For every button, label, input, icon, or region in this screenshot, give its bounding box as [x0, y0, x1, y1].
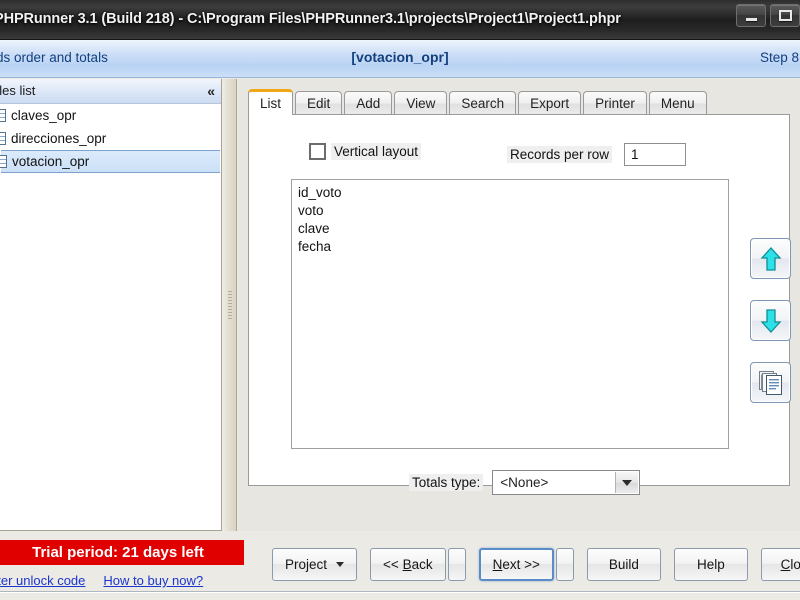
- back-dropdown-button[interactable]: [447, 548, 466, 581]
- table-icon: [0, 109, 6, 122]
- minimize-button[interactable]: [736, 4, 766, 27]
- fields-list[interactable]: id_voto voto clave fecha: [291, 179, 729, 449]
- tables-list: claves_opr direcciones_opr votacion_opr: [0, 104, 221, 173]
- next-accel: N: [492, 557, 503, 572]
- step-header: lds order and totals [votacion_opr] Step…: [0, 40, 800, 78]
- build-button[interactable]: Build: [586, 548, 661, 581]
- window-controls: [736, 4, 800, 27]
- help-button[interactable]: Help: [673, 548, 748, 581]
- maximize-button[interactable]: [770, 4, 800, 27]
- copy-button[interactable]: [750, 362, 791, 403]
- trial-links: nter unlock code How to buy now?: [0, 573, 203, 588]
- list-item[interactable]: fecha: [298, 238, 722, 256]
- arrow-up-icon: [760, 246, 781, 271]
- chevron-down-icon[interactable]: [615, 472, 639, 493]
- list-item[interactable]: id_voto: [298, 184, 722, 202]
- back-button-group: << Back: [370, 548, 466, 581]
- close-button[interactable]: Close: [760, 548, 800, 581]
- tab-list[interactable]: List: [248, 89, 294, 115]
- vertical-layout-row: Vertical layout: [309, 143, 422, 160]
- tab-edit[interactable]: Edit: [295, 91, 343, 115]
- window-title: PHPRunner 3.1 (Build 218) - C:\Program F…: [0, 11, 621, 27]
- page-tabs: List Edit Add View Search Export Printer…: [248, 89, 709, 115]
- maximize-icon: [778, 10, 792, 21]
- tab-view[interactable]: View: [394, 91, 448, 115]
- list-item-label: claves_opr: [11, 108, 77, 123]
- list-item-label: votacion_opr: [12, 154, 90, 169]
- list-item[interactable]: direcciones_opr: [0, 127, 221, 150]
- vertical-layout-label: Vertical layout: [331, 143, 422, 160]
- sidebar-header: bles list «: [0, 79, 221, 104]
- title-bar: PHPRunner 3.1 (Build 218) - C:\Program F…: [0, 0, 800, 40]
- close-accel: C: [780, 557, 791, 572]
- how-to-buy-link[interactable]: How to buy now?: [103, 573, 203, 588]
- move-down-button[interactable]: [750, 300, 791, 341]
- main-panel: List Edit Add View Search Export Printer…: [238, 79, 800, 531]
- chevron-down-icon: [336, 562, 345, 567]
- arrow-down-icon: [760, 308, 781, 333]
- minimize-icon: [745, 17, 757, 21]
- list-tab-panel: Vertical layout Records per row 1 id_vot…: [248, 114, 790, 495]
- enter-unlock-code-link[interactable]: nter unlock code: [0, 573, 85, 588]
- phprunner-window: PHPRunner 3.1 (Build 218) - C:\Program F…: [0, 0, 800, 600]
- list-item-label: direcciones_opr: [11, 131, 107, 146]
- tab-export[interactable]: Export: [518, 91, 582, 115]
- panel-splitter[interactable]: [223, 79, 237, 531]
- vertical-layout-checkbox[interactable]: [309, 143, 326, 160]
- move-up-button[interactable]: [750, 238, 791, 279]
- wizard-button-bar: Project << Back Next >> Build Help Close: [272, 548, 800, 581]
- records-per-row-label: Records per row: [507, 146, 613, 163]
- tab-search[interactable]: Search: [449, 91, 517, 115]
- totals-type-value: <None>: [500, 475, 549, 490]
- list-item[interactable]: votacion_opr: [0, 150, 220, 173]
- next-button-group: Next >>: [478, 548, 574, 581]
- project-button[interactable]: Project: [272, 548, 358, 581]
- totals-type-select[interactable]: <None>: [492, 470, 641, 495]
- table-icon: [0, 132, 6, 145]
- tables-sidebar: bles list « claves_opr direcciones_opr v…: [0, 79, 222, 531]
- copy-pages-icon: [758, 370, 782, 395]
- next-dropdown-button[interactable]: [555, 548, 574, 581]
- back-accel: B: [402, 557, 412, 572]
- step-indicator: Step 8 of: [759, 50, 800, 65]
- list-item[interactable]: clave: [298, 220, 722, 238]
- sidebar-title: bles list: [0, 83, 36, 98]
- tab-add[interactable]: Add: [344, 91, 393, 115]
- back-button[interactable]: << Back: [370, 548, 446, 581]
- list-item[interactable]: claves_opr: [0, 104, 221, 127]
- totals-type-row: Totals type: <None>: [409, 470, 641, 495]
- table-icon: [0, 155, 7, 168]
- current-table-name: [votacion_opr]: [351, 49, 449, 65]
- sidebar-bottom-strip: [0, 531, 238, 537]
- field-order-actions: [750, 238, 791, 403]
- records-per-row-row: Records per row 1: [507, 143, 687, 166]
- trial-banner: Trial period: 21 days left: [0, 540, 244, 565]
- collapse-sidebar-icon[interactable]: «: [207, 82, 215, 100]
- tab-printer[interactable]: Printer: [583, 91, 647, 115]
- list-item[interactable]: voto: [298, 202, 722, 220]
- totals-type-label: Totals type:: [409, 474, 484, 491]
- splitter-grip-icon: [228, 291, 232, 321]
- next-button[interactable]: Next >>: [478, 548, 554, 581]
- footer-divider: [0, 591, 800, 593]
- records-per-row-input[interactable]: 1: [624, 143, 687, 166]
- tab-menu[interactable]: Menu: [648, 91, 707, 115]
- project-button-label: Project: [285, 557, 328, 572]
